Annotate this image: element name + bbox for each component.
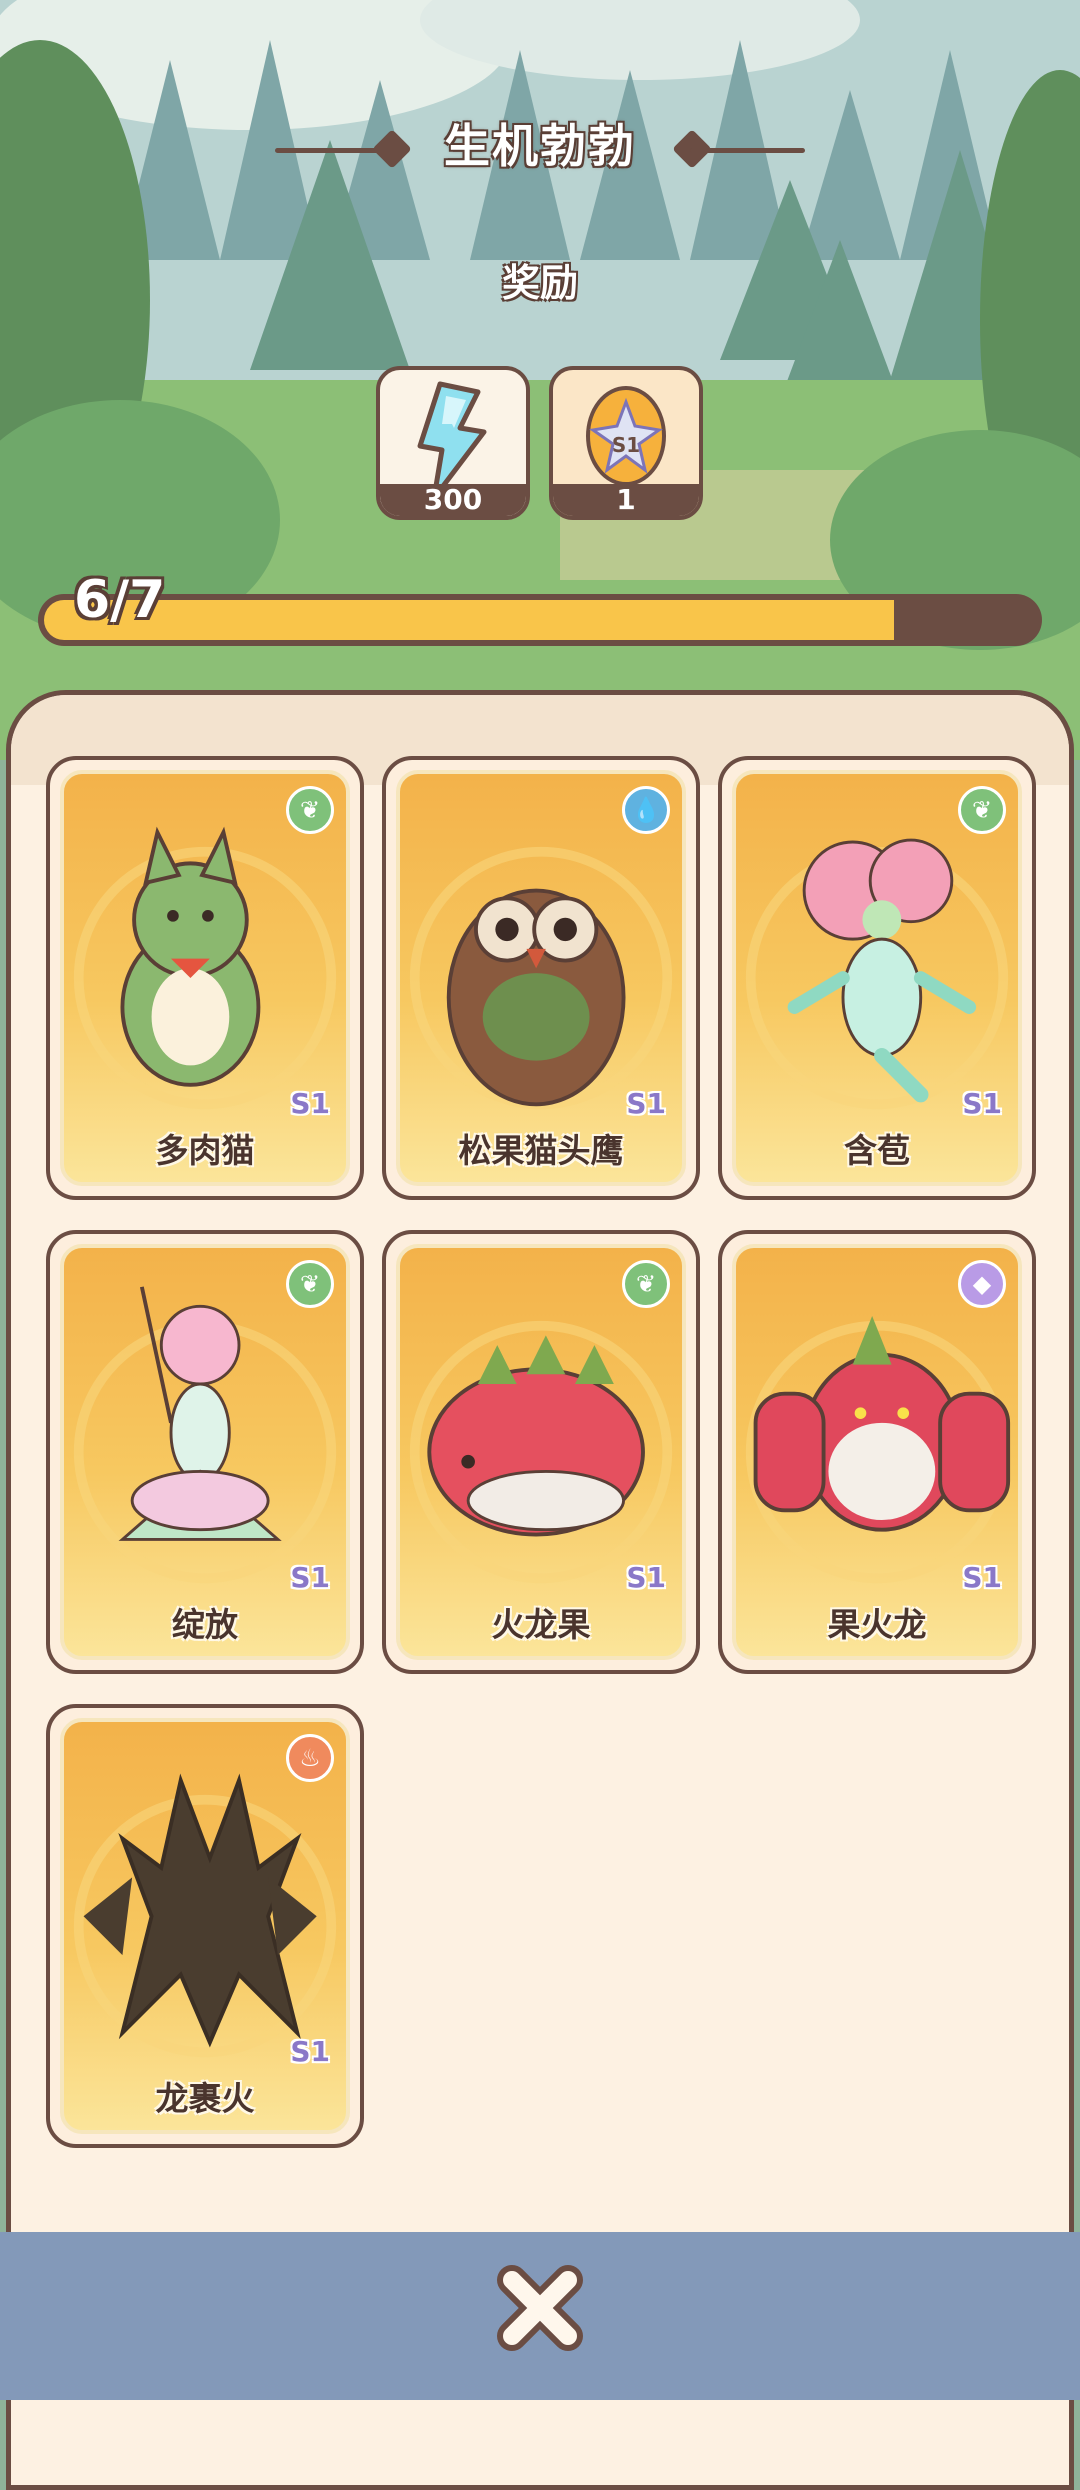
flame-icon: ♨: [286, 1734, 334, 1782]
monster-card[interactable]: ◆ S1 果火龙: [718, 1230, 1036, 1674]
close-icon: [497, 2265, 583, 2351]
monster-name: 多肉猫: [155, 1131, 255, 1170]
card-art-frame: ♨ S1 龙裹火: [60, 1718, 350, 2134]
egg-season-label: S1: [612, 433, 640, 457]
monster-name: 绽放: [172, 1605, 238, 1644]
monster-art: [745, 1316, 1011, 1584]
monster-card[interactable]: 💧 S1 松果猫头鹰: [382, 756, 700, 1200]
card-art-frame: 💧 S1 松果猫头鹰: [396, 770, 686, 1186]
monster-art: [409, 1320, 673, 1584]
leaf-icon: ❦: [622, 1260, 670, 1308]
season-badge: S1: [962, 1087, 1002, 1120]
monster-card[interactable]: ❦ S1 多肉猫: [46, 756, 364, 1200]
egg-reward[interactable]: S1 1: [549, 366, 703, 520]
monster-card[interactable]: ❦ S1 含苞: [718, 756, 1036, 1200]
progress-count: 6/7: [74, 570, 166, 630]
monster-name: 含苞: [844, 1131, 910, 1170]
season-badge: S1: [290, 1561, 330, 1594]
leaf-icon: ❦: [286, 1260, 334, 1308]
monster-art: [745, 838, 1009, 1110]
monster-card[interactable]: ♨ S1 龙裹火: [46, 1704, 364, 2148]
monster-card[interactable]: ❦ S1 绽放: [46, 1230, 364, 1674]
season-badge: S1: [626, 1561, 666, 1594]
card-art-frame: ❦ S1 多肉猫: [60, 770, 350, 1186]
card-art-frame: ◆ S1 果火龙: [732, 1244, 1022, 1660]
reward-quantity: 300: [423, 483, 483, 516]
season-badge: S1: [626, 1087, 666, 1120]
dragon-scale-icon: ◆: [958, 1260, 1006, 1308]
card-art-frame: ❦ S1 含苞: [732, 770, 1022, 1186]
water-drop-icon: 💧: [622, 786, 670, 834]
monster-name: 松果猫头鹰: [458, 1131, 624, 1170]
title-ornament-right: [690, 148, 805, 153]
monster-name: 龙裹火: [155, 2079, 255, 2118]
season-badge: S1: [962, 1561, 1002, 1594]
reward-quantity: 1: [616, 483, 636, 516]
leaf-icon: ❦: [286, 786, 334, 834]
collection-progress-bar: [38, 594, 1042, 646]
leaf-icon: ❦: [958, 786, 1006, 834]
energy-reward[interactable]: 300: [376, 366, 530, 520]
reward-label: 奖励: [501, 261, 578, 305]
monster-art: [73, 826, 337, 1110]
close-button[interactable]: [490, 2258, 590, 2358]
monster-art: [73, 1773, 337, 2058]
season-badge: S1: [290, 2035, 330, 2068]
monster-name: 果火龙: [827, 1605, 927, 1644]
card-art-frame: ❦ S1 绽放: [60, 1244, 350, 1660]
page-title: 生机勃勃: [444, 119, 636, 173]
season-badge: S1: [290, 1087, 330, 1120]
monster-art: [73, 1286, 337, 1584]
card-art-frame: ❦ S1 火龙果: [396, 1244, 686, 1660]
monster-art: [409, 846, 673, 1110]
progress-fill: [44, 600, 895, 640]
monster-card[interactable]: ❦ S1 火龙果: [382, 1230, 700, 1674]
monster-name: 火龙果: [491, 1605, 591, 1644]
title-row: 生机勃勃: [0, 110, 1080, 190]
